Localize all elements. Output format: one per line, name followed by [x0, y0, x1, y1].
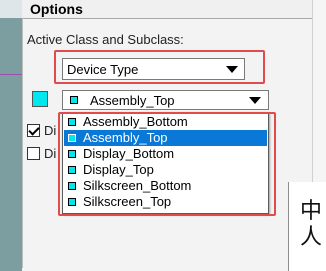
color-square-icon	[70, 96, 78, 104]
annotation-highlight-box	[58, 112, 276, 216]
annotation-highlight-box	[54, 50, 265, 84]
active-class-label: Active Class and Subclass:	[27, 32, 184, 47]
subclass-select[interactable]: Assembly_Top	[62, 90, 269, 110]
checkbox-label: Di	[44, 123, 57, 138]
checkbox-checked[interactable]	[27, 124, 40, 137]
panel-title: Options	[30, 1, 83, 17]
background-canvas-left	[0, 0, 22, 271]
subclass-color-swatch[interactable]	[32, 91, 48, 107]
options-panel-header: Options	[22, 0, 312, 19]
canvas-glyph: 中	[300, 199, 323, 224]
checkbox-unchecked[interactable]	[27, 147, 40, 160]
background-canvas-text: 中 人	[300, 199, 324, 251]
background-line	[0, 74, 22, 75]
background-toolbar-strip	[0, 0, 22, 18]
chevron-down-icon[interactable]	[249, 97, 261, 104]
checkbox-label: Di	[44, 146, 57, 161]
subclass-select-value: Assembly_Top	[90, 93, 175, 108]
canvas-glyph: 人	[300, 225, 323, 250]
